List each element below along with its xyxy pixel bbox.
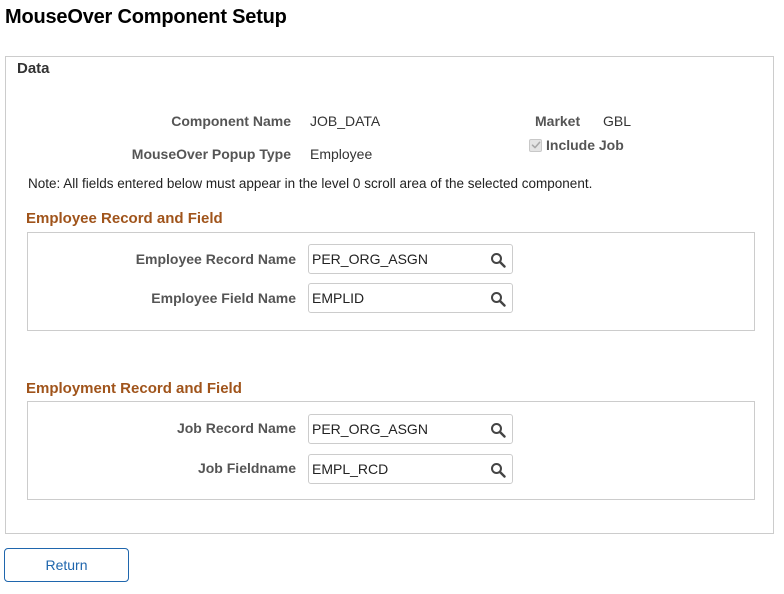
employee-field-input[interactable] [312,288,482,308]
job-fieldname-input[interactable] [312,459,482,479]
search-icon[interactable] [490,291,506,307]
employee-section-title: Employee Record and Field [26,210,223,227]
search-icon[interactable] [490,462,506,478]
job-fieldname-label: Job Fieldname [197,460,296,476]
page-title: MouseOver Component Setup [5,6,287,28]
job-record-field [308,414,513,444]
check-icon [531,141,540,149]
include-job-checkbox-row: Include Job [529,137,624,153]
market-value: GBL [603,113,632,129]
employee-group-box: Employee Record Name Employee Field Name [27,232,755,331]
employee-field-field [308,283,513,313]
data-section-title: Data [17,60,50,77]
return-button[interactable]: Return [4,548,129,582]
search-icon[interactable] [490,422,506,438]
search-icon[interactable] [490,252,506,268]
job-fieldname-field [308,454,513,484]
data-group-box: Data Component Name JOB_DATA MouseOver P… [5,56,774,534]
employee-record-label: Employee Record Name [135,251,296,267]
include-job-label: Include Job [546,137,624,153]
job-record-label: Job Record Name [176,420,296,436]
employment-group-box: Job Record Name Job Fieldname [27,401,755,500]
market-label: Market [535,113,581,129]
note-text: Note: All fields entered below must appe… [28,176,593,191]
popup-type-label: MouseOver Popup Type [131,146,291,162]
popup-type-value: Employee [310,146,373,162]
component-name-label: Component Name [171,113,291,129]
employee-record-field [308,244,513,274]
include-job-checkbox[interactable] [529,138,542,152]
employee-record-input[interactable] [312,249,482,269]
employee-field-label: Employee Field Name [151,290,296,306]
employment-section-title: Employment Record and Field [26,380,242,397]
job-record-input[interactable] [312,419,482,439]
component-name-value: JOB_DATA [310,113,381,129]
